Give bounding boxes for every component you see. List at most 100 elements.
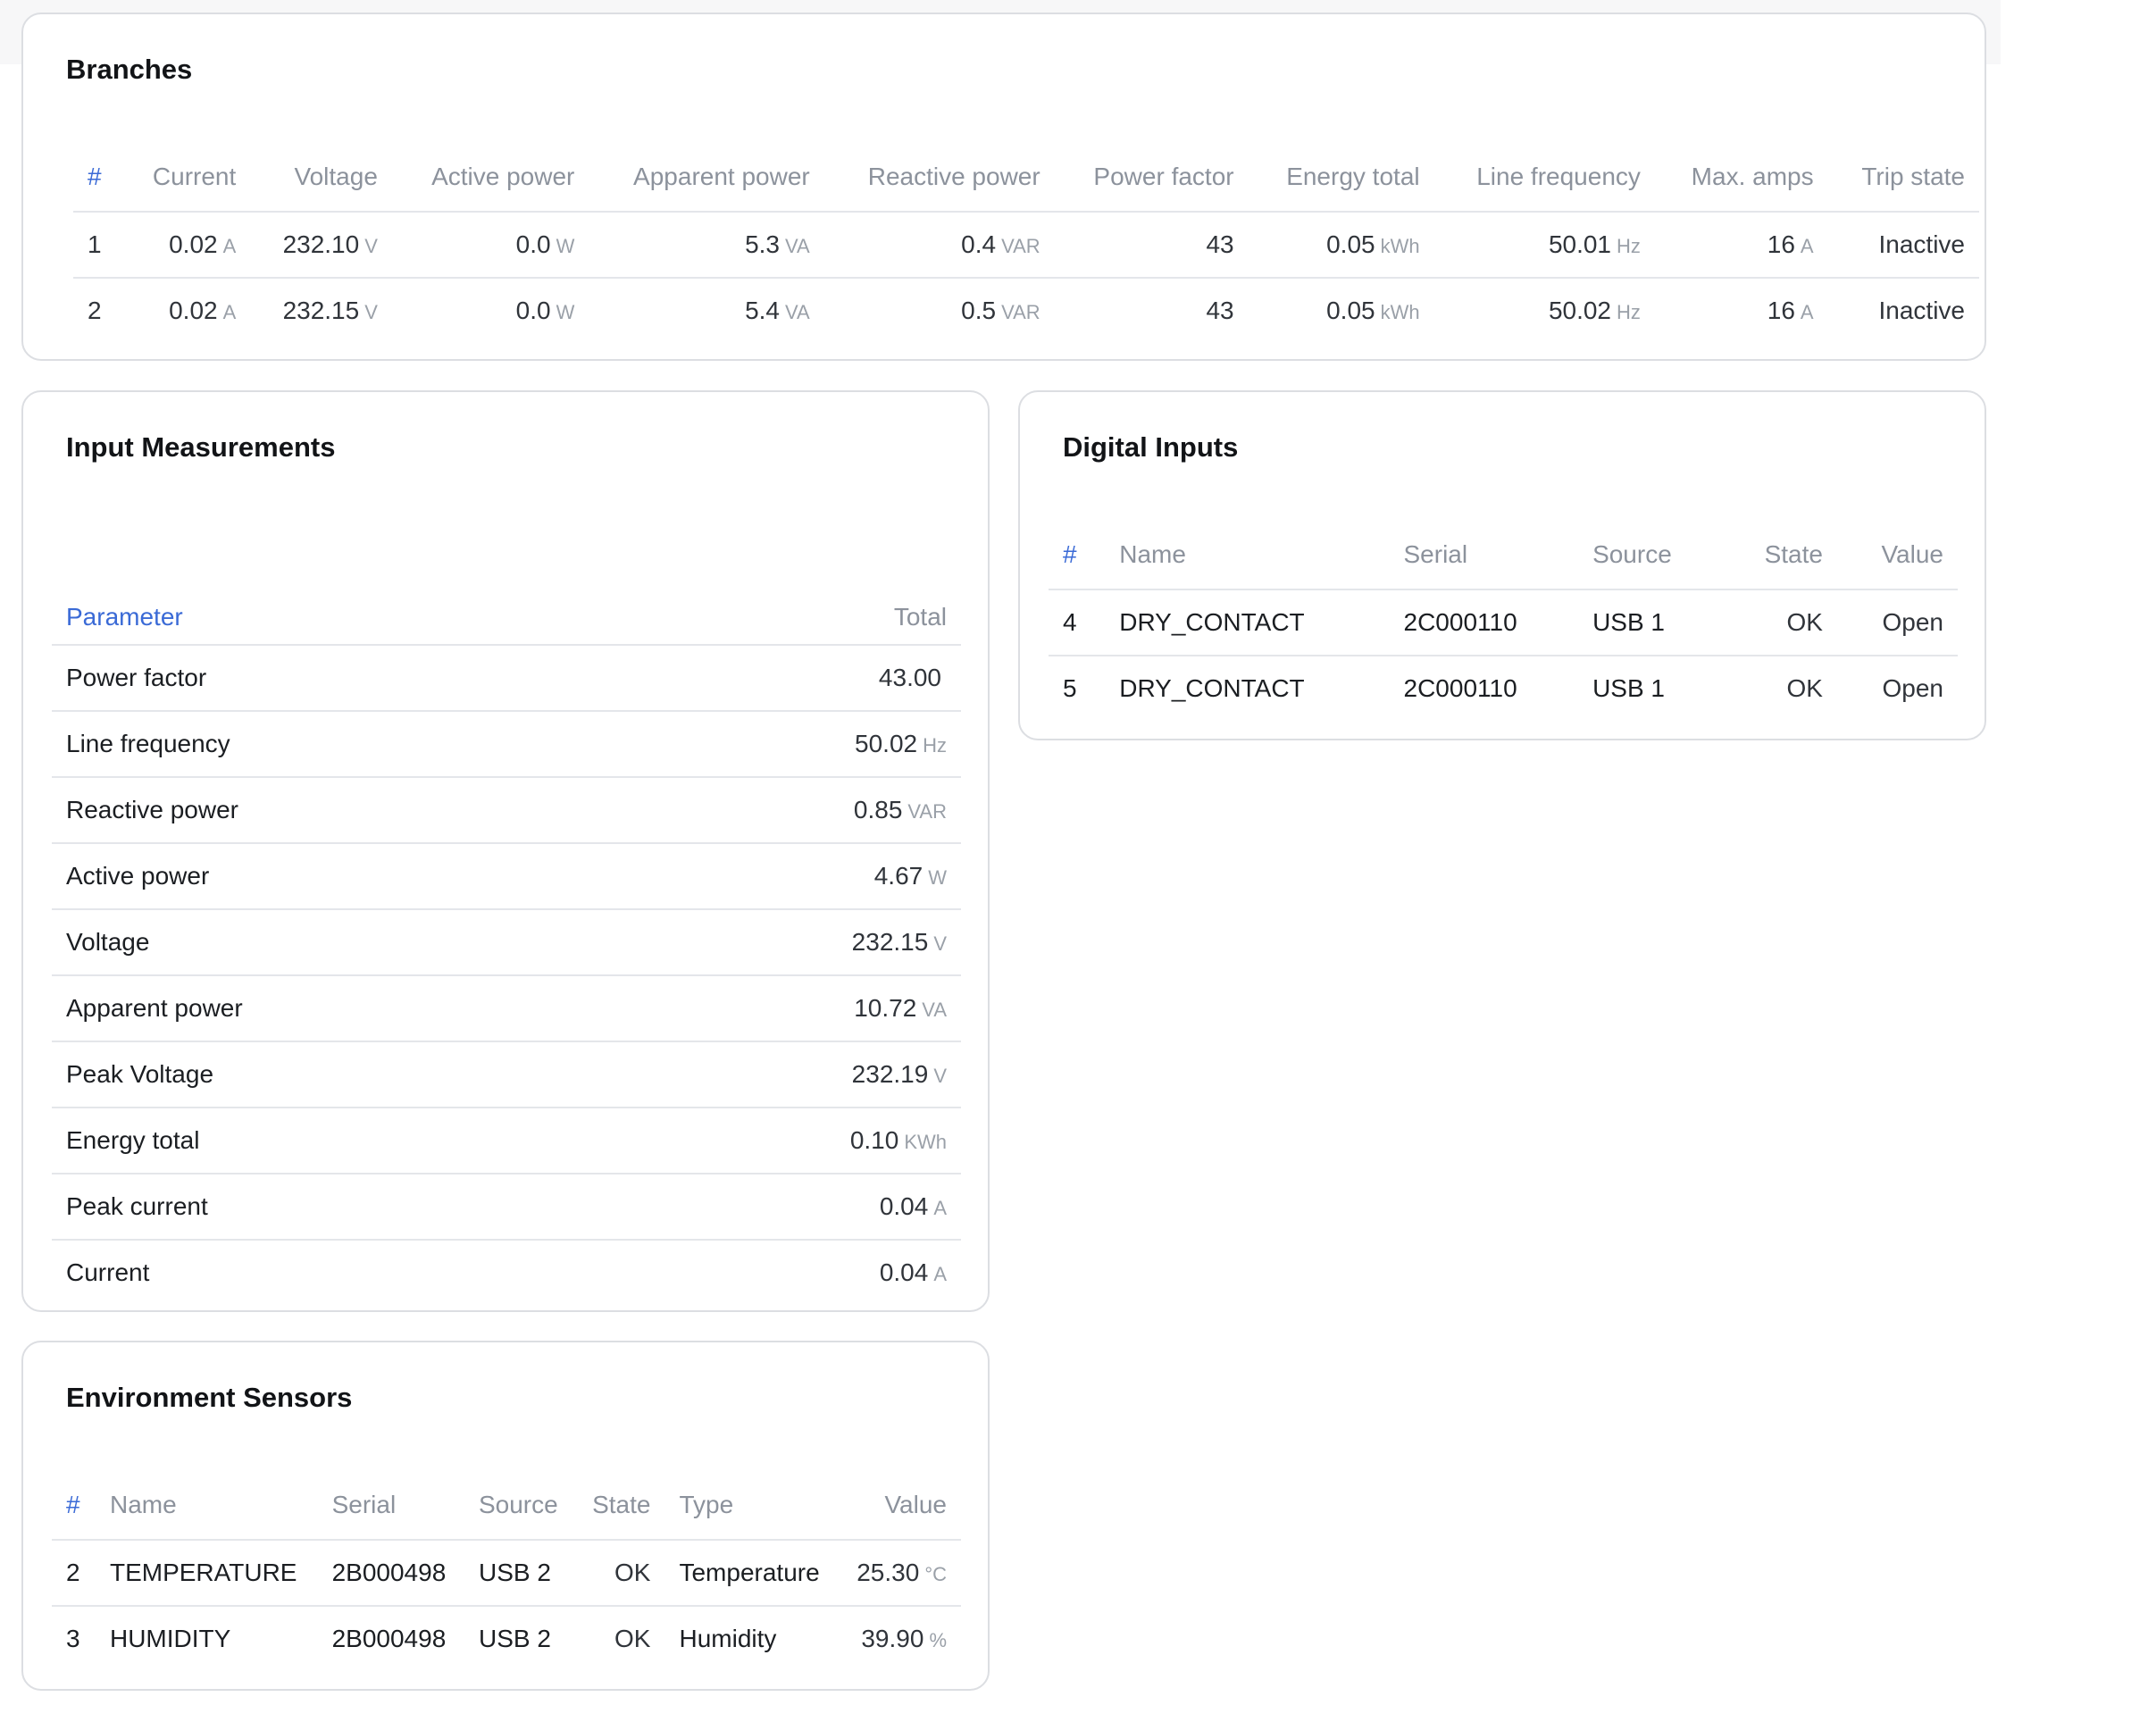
digital-serial: 2C000110 <box>1389 589 1579 656</box>
col-header-serial[interactable]: Serial <box>317 1471 464 1541</box>
table-row: Active power 4.67 W <box>52 843 961 910</box>
col-header-id[interactable]: # <box>1049 521 1106 590</box>
col-header-active-power[interactable]: Active power <box>391 143 589 213</box>
col-header-line-frequency[interactable]: Line frequency <box>1433 143 1655 213</box>
col-header-reactive-power[interactable]: Reactive power <box>823 143 1055 213</box>
branch-power-factor: 43 <box>1054 212 1249 279</box>
param-value: 0.10 KWh <box>616 1108 961 1174</box>
sensor-serial: 2B000498 <box>317 1540 464 1607</box>
param-value: 10.72 VA <box>616 975 961 1042</box>
digital-value: Open <box>1882 674 1944 702</box>
col-header-current[interactable]: Current <box>121 143 251 213</box>
table-row: Line frequency 50.02 Hz <box>52 711 961 778</box>
param-name: Current <box>66 1258 150 1286</box>
branch-trip-state: Inactive <box>1878 297 1966 324</box>
col-header-source[interactable]: Source <box>1578 521 1722 590</box>
input-measurements-title: Input Measurements <box>66 431 336 463</box>
branch-line-frequency: 50.02 Hz <box>1548 297 1641 324</box>
param-name: Energy total <box>52 1108 617 1174</box>
col-header-value[interactable]: Value <box>839 1471 961 1541</box>
branches-card: Branches # Current Voltage Active power … <box>21 13 1986 361</box>
branch-line-frequency: 50.01 Hz <box>1433 212 1655 279</box>
col-header-voltage[interactable]: Voltage <box>250 143 392 213</box>
col-header-name[interactable]: Name <box>95 1471 318 1541</box>
branch-active-power: 0.0 W <box>391 212 589 279</box>
col-header-total[interactable]: Total <box>616 546 961 646</box>
branch-energy-total: 0.05 kWh <box>1326 297 1420 324</box>
col-header-serial[interactable]: Serial <box>1389 521 1579 590</box>
table-row: Peak current 0.04 A <box>52 1174 961 1241</box>
branch-active-power: 0.0 W <box>515 297 575 324</box>
branch-trip-state: Inactive <box>1827 212 1979 279</box>
param-value: 0.04 A <box>879 1258 947 1286</box>
col-header-trip-state[interactable]: Trip state <box>1827 143 1979 213</box>
sensor-serial: 2B000498 <box>331 1625 447 1652</box>
sensor-state: OK <box>614 1625 651 1652</box>
param-value: 43.00 <box>616 645 961 712</box>
col-header-name[interactable]: Name <box>1105 521 1390 590</box>
env-header-row: # Name Serial Source State Type Value <box>52 1471 961 1541</box>
digital-inputs-card: Digital Inputs # Name Serial Source Stat… <box>1018 390 1986 740</box>
table-row: 2 TEMPERATURE 2B000498 USB 2 OK Temperat… <box>52 1540 961 1607</box>
environment-sensors-title: Environment Sensors <box>66 1382 353 1413</box>
col-header-state[interactable]: State <box>1721 521 1837 590</box>
digital-state: OK <box>1721 589 1837 656</box>
col-header-id[interactable]: # <box>73 143 122 213</box>
sensor-type: Humidity <box>679 1625 777 1652</box>
col-header-type[interactable]: Type <box>664 1471 840 1541</box>
col-header-state[interactable]: State <box>575 1471 665 1541</box>
branch-voltage: 232.15 V <box>282 297 378 324</box>
param-value: 232.19 V <box>616 1041 961 1108</box>
environment-sensors-table: # Name Serial Source State Type Value 2 … <box>52 1471 961 1671</box>
branches-table: # Current Voltage Active power Apparent … <box>73 143 1979 343</box>
digital-id: 4 <box>1049 589 1106 656</box>
param-value: 0.04 A <box>616 1174 961 1241</box>
param-name: Active power <box>52 843 617 910</box>
branch-current: 0.02 A <box>121 212 251 279</box>
param-name: Line frequency <box>52 711 617 778</box>
digital-source: USB 1 <box>1578 589 1722 656</box>
digital-name: DRY_CONTACT <box>1119 674 1305 702</box>
branch-voltage: 232.10 V <box>250 212 392 279</box>
table-row: Reactive power 0.85 VAR <box>52 777 961 844</box>
branch-current: 0.02 A <box>169 297 237 324</box>
col-header-id[interactable]: # <box>52 1471 96 1541</box>
digital-header-row: # Name Serial Source State Value <box>1049 521 1958 590</box>
sensor-source: USB 2 <box>478 1625 551 1652</box>
col-header-max-amps[interactable]: Max. amps <box>1654 143 1828 213</box>
branches-header-row: # Current Voltage Active power Apparent … <box>73 143 1979 213</box>
col-header-source[interactable]: Source <box>464 1471 576 1541</box>
input-measurements-table: Parameter Total Power factor 43.00 Line … <box>52 546 961 1305</box>
param-value: 4.67 W <box>616 843 961 910</box>
branch-reactive-power: 0.5 VAR <box>961 297 1040 324</box>
sensor-state: OK <box>575 1540 665 1607</box>
branch-max-amps: 16 A <box>1654 212 1828 279</box>
digital-inputs-table: # Name Serial Source State Value 4 DRY_C… <box>1049 521 1958 721</box>
col-header-parameter[interactable]: Parameter <box>52 546 617 646</box>
sensor-source: USB 2 <box>464 1540 576 1607</box>
table-row: Apparent power 10.72 VA <box>52 975 961 1042</box>
table-row: Voltage 232.15 V <box>52 909 961 976</box>
digital-name: DRY_CONTACT <box>1105 589 1390 656</box>
sensor-name: TEMPERATURE <box>95 1540 318 1607</box>
sensor-value: 25.30 °C <box>839 1540 961 1607</box>
branch-id: 2 <box>88 297 102 324</box>
table-row: Peak Voltage 232.19 V <box>52 1041 961 1108</box>
environment-sensors-card: Environment Sensors # Name Serial Source… <box>21 1341 990 1691</box>
branch-id: 1 <box>73 212 122 279</box>
col-header-power-factor[interactable]: Power factor <box>1054 143 1249 213</box>
param-name: Apparent power <box>52 975 617 1042</box>
col-header-apparent-power[interactable]: Apparent power <box>589 143 824 213</box>
table-row: 2 0.02 A 232.15 V 0.0 W 5.4 VA 0.5 VAR 43 0.0… <box>73 278 1979 343</box>
branch-max-amps: 16 A <box>1767 297 1814 324</box>
param-name: Power factor <box>52 645 617 712</box>
table-row: Energy total 0.10 KWh <box>52 1108 961 1174</box>
branch-power-factor: 43 <box>1206 297 1234 324</box>
col-header-value[interactable]: Value <box>1836 521 1958 590</box>
digital-state: OK <box>1786 674 1823 702</box>
sensor-value: 39.90% <box>861 1625 947 1652</box>
digital-value: Open <box>1836 589 1958 656</box>
col-header-energy-total[interactable]: Energy total <box>1248 143 1434 213</box>
digital-serial: 2C000110 <box>1403 674 1517 702</box>
digital-id: 5 <box>1063 674 1077 702</box>
